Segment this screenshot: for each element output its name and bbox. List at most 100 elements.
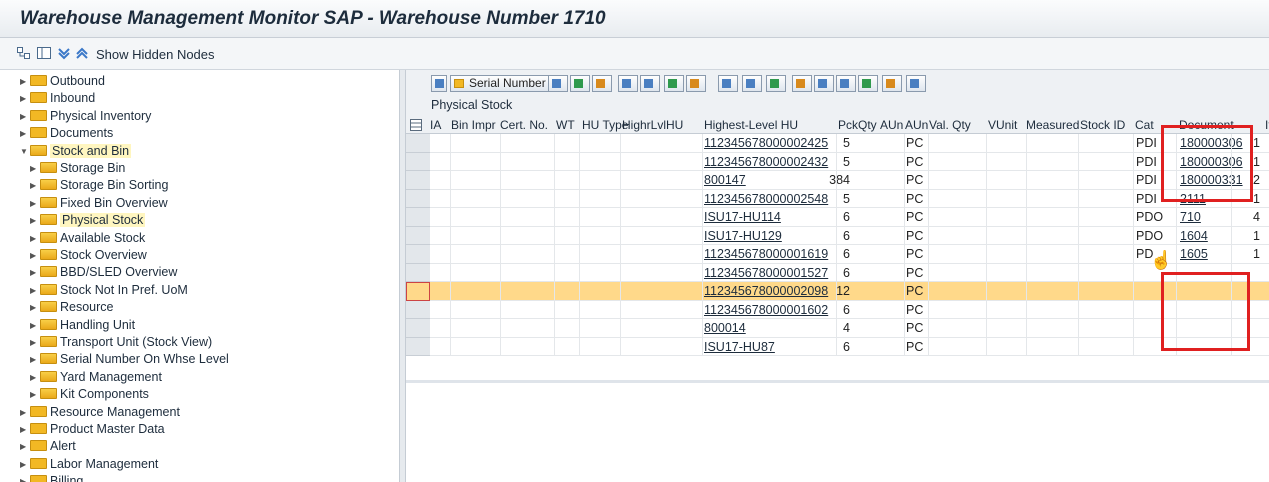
tree-item[interactable]: ▶ Available Stock bbox=[30, 230, 145, 247]
alv-tool-icon[interactable] bbox=[592, 75, 612, 92]
tree-item[interactable]: ▶ Storage Bin Sorting bbox=[30, 177, 168, 194]
table-row[interactable]: 112345678000002548 5 PC PDI 2111 1 bbox=[430, 190, 1269, 208]
tree-item[interactable]: ▶ BBD/SLED Overview bbox=[30, 264, 177, 281]
alv-tool-icon[interactable] bbox=[766, 75, 786, 92]
tree-item[interactable]: ▶ Handling Unit bbox=[30, 317, 135, 334]
tree-item[interactable]: ▶ Kit Components bbox=[30, 386, 149, 403]
table-row[interactable]: 112345678000002432 5 PC PDI 180000306 1 bbox=[430, 153, 1269, 171]
row-selector[interactable] bbox=[406, 282, 430, 301]
column-header[interactable]: Item bbox=[1265, 118, 1269, 132]
column-header[interactable]: Bin Impr bbox=[451, 118, 496, 132]
column-header[interactable]: Val. Qty bbox=[929, 118, 971, 132]
table-row[interactable]: ISU17-HU129 6 PC PDO 1604 1 bbox=[430, 227, 1269, 245]
table-row[interactable]: ISU17-HU114 6 PC PDO 710 4 bbox=[430, 208, 1269, 227]
collapsed-triangle-icon[interactable]: ▶ bbox=[30, 351, 40, 368]
collapsed-triangle-icon[interactable]: ▶ bbox=[20, 421, 30, 438]
collapsed-triangle-icon[interactable]: ▶ bbox=[20, 73, 30, 90]
collapsed-triangle-icon[interactable]: ▶ bbox=[20, 473, 30, 482]
column-header[interactable]: WT bbox=[556, 118, 575, 132]
table-row[interactable]: 800147 384 PC PDI 180000331 2 bbox=[430, 171, 1269, 190]
tree-item[interactable]: ▶ Outbound bbox=[20, 73, 105, 90]
table-row[interactable]: ISU17-HU87 6 PC bbox=[430, 338, 1269, 356]
serial-number-button[interactable]: Serial Number bbox=[450, 75, 551, 92]
show-hidden-nodes-button[interactable]: Show Hidden Nodes bbox=[96, 47, 215, 62]
column-header[interactable]: Cert. No. bbox=[500, 118, 548, 132]
collapsed-triangle-icon[interactable]: ▶ bbox=[30, 177, 40, 194]
table-row[interactable]: 112345678000001602 6 PC bbox=[430, 301, 1269, 319]
alv-tool-icon[interactable] bbox=[640, 75, 660, 92]
collapsed-triangle-icon[interactable]: ▶ bbox=[20, 456, 30, 473]
tree-item[interactable]: ▶ Alert bbox=[20, 438, 76, 455]
alv-tool-icon[interactable] bbox=[548, 75, 568, 92]
collapse-icon[interactable] bbox=[75, 47, 89, 60]
collapsed-triangle-icon[interactable]: ▶ bbox=[20, 108, 30, 125]
column-header[interactable]: Measured bbox=[1026, 118, 1079, 132]
tree-item[interactable]: ▶ Inbound bbox=[20, 90, 95, 107]
row-selector[interactable] bbox=[406, 152, 430, 171]
collapsed-triangle-icon[interactable]: ▶ bbox=[30, 386, 40, 403]
alv-tool-icon[interactable] bbox=[664, 75, 684, 92]
column-header[interactable]: VUnit bbox=[988, 118, 1017, 132]
document-link[interactable]: 710 bbox=[1180, 210, 1201, 224]
highest-level-hu-link[interactable]: ISU17-HU87 bbox=[704, 340, 775, 354]
collapsed-triangle-icon[interactable]: ▶ bbox=[30, 282, 40, 299]
highest-level-hu-link[interactable]: ISU17-HU114 bbox=[704, 210, 781, 224]
row-selector[interactable] bbox=[406, 134, 430, 153]
collapsed-triangle-icon[interactable]: ▶ bbox=[30, 334, 40, 351]
table-row[interactable]: 112345678000002098 12 PC bbox=[430, 282, 1269, 301]
collapsed-triangle-icon[interactable]: ▶ bbox=[30, 247, 40, 264]
collapsed-triangle-icon[interactable]: ▶ bbox=[20, 438, 30, 455]
tree-item[interactable]: ▶ Resource Management bbox=[20, 404, 180, 421]
column-header[interactable]: Cat bbox=[1135, 118, 1154, 132]
collapsed-triangle-icon[interactable]: ▶ bbox=[30, 230, 40, 247]
tree-item[interactable]: ▶ Serial Number On Whse Level bbox=[30, 351, 229, 368]
tree-item[interactable]: ▶ Stock Not In Pref. UoM bbox=[30, 282, 188, 299]
table-row[interactable]: 112345678000001619 6 PC PD 1605 1 bbox=[430, 245, 1269, 264]
alv-tool-icon[interactable] bbox=[858, 75, 878, 92]
column-header[interactable]: Highest-Level HU bbox=[704, 118, 798, 132]
tree-item[interactable]: ▶ Yard Management bbox=[30, 369, 162, 386]
tree-item[interactable]: ▼ Stock and Bin bbox=[20, 143, 132, 160]
details-icon[interactable] bbox=[431, 75, 447, 92]
row-selector[interactable] bbox=[406, 319, 430, 338]
row-selector[interactable] bbox=[406, 189, 430, 208]
tree-item[interactable]: ▶ Physical Stock bbox=[30, 212, 146, 229]
highest-level-hu-link[interactable]: 800147 bbox=[704, 173, 746, 187]
tree-item[interactable]: ▶ Documents bbox=[20, 125, 113, 142]
collapsed-triangle-icon[interactable]: ▶ bbox=[30, 160, 40, 177]
alv-tool-icon[interactable] bbox=[836, 75, 856, 92]
collapsed-triangle-icon[interactable]: ▶ bbox=[30, 369, 40, 386]
row-selector[interactable] bbox=[406, 208, 430, 227]
column-header[interactable]: IA bbox=[430, 118, 441, 132]
tree-icon[interactable] bbox=[17, 47, 31, 60]
tree-item[interactable]: ▶ Fixed Bin Overview bbox=[30, 195, 168, 212]
column-header[interactable]: AUn bbox=[905, 118, 928, 132]
tree-item[interactable]: ▶ Stock Overview bbox=[30, 247, 147, 264]
collapsed-triangle-icon[interactable]: ▶ bbox=[30, 264, 40, 281]
document-link[interactable]: 1605 bbox=[1180, 247, 1208, 261]
table-row[interactable]: 112345678000002425 5 PC PDI 180000306 1 bbox=[430, 134, 1269, 153]
column-header[interactable]: Stock ID bbox=[1080, 118, 1125, 132]
tree-item[interactable]: ▶ Physical Inventory bbox=[20, 108, 151, 125]
tree-item[interactable]: ▶ Product Master Data bbox=[20, 421, 165, 438]
layout-icon[interactable] bbox=[37, 47, 51, 60]
collapsed-triangle-icon[interactable]: ▶ bbox=[30, 299, 40, 316]
expand-icon[interactable] bbox=[57, 47, 71, 60]
highest-level-hu-link[interactable]: ISU17-HU129 bbox=[704, 229, 782, 243]
table-row[interactable]: 800014 4 PC bbox=[430, 319, 1269, 338]
row-selector[interactable] bbox=[406, 263, 430, 282]
row-selector[interactable] bbox=[406, 245, 430, 264]
tree-item[interactable]: ▶ Billing bbox=[20, 473, 83, 482]
column-header[interactable]: AUn bbox=[880, 118, 903, 132]
alv-tool-icon[interactable] bbox=[814, 75, 834, 92]
alv-tool-icon[interactable] bbox=[742, 75, 762, 92]
alv-tool-icon[interactable] bbox=[686, 75, 706, 92]
collapsed-triangle-icon[interactable]: ▶ bbox=[20, 90, 30, 107]
alv-tool-icon[interactable] bbox=[792, 75, 812, 92]
expanded-triangle-icon[interactable]: ▼ bbox=[20, 143, 30, 160]
collapsed-triangle-icon[interactable]: ▶ bbox=[20, 404, 30, 421]
collapsed-triangle-icon[interactable]: ▶ bbox=[30, 195, 40, 212]
alv-tool-icon[interactable] bbox=[882, 75, 902, 92]
column-header[interactable]: PckQty bbox=[838, 118, 877, 132]
row-selector[interactable] bbox=[406, 300, 430, 319]
